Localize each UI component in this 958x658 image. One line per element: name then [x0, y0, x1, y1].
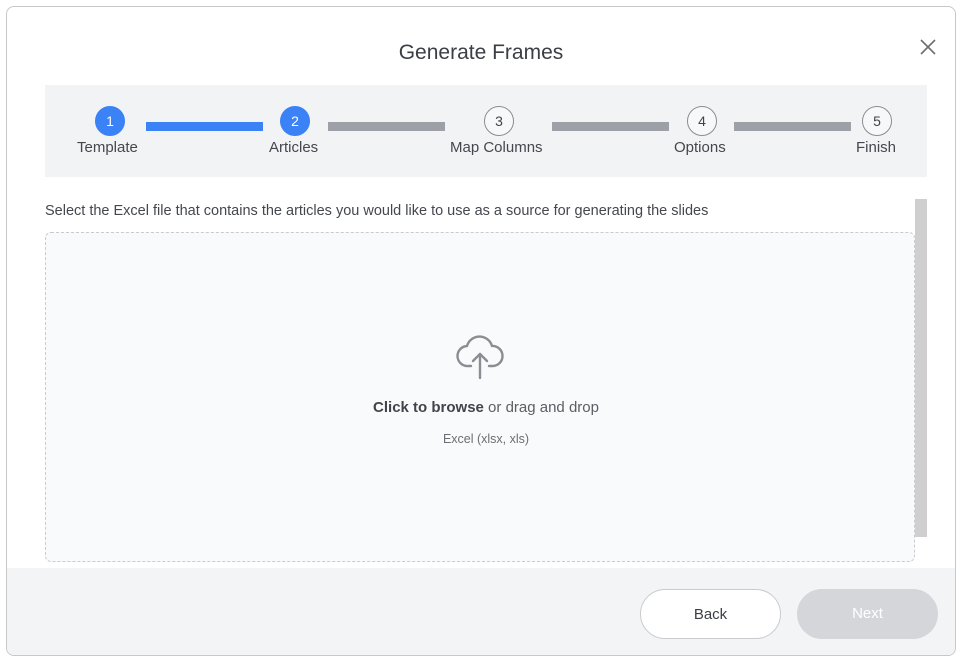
back-button[interactable]: Back	[640, 589, 781, 639]
upload-instruction: Select the Excel file that contains the …	[45, 203, 709, 219]
close-icon[interactable]	[917, 36, 939, 58]
step-3-circle[interactable]: 3	[484, 106, 514, 136]
step-connector-2-3	[328, 122, 445, 131]
step-connector-1-2	[146, 122, 263, 131]
next-button[interactable]: Next	[797, 589, 938, 639]
step-4-label: Options	[674, 139, 726, 156]
step-5-label: Finish	[856, 139, 897, 156]
step-1-label: Template	[77, 139, 138, 156]
generate-frames-dialog: Generate Frames 1 Template 2 Articles 3 …	[6, 6, 956, 656]
step-3-label: Map Columns	[450, 139, 543, 156]
dropzone-prompt: Click to browse or drag and drop	[7, 399, 955, 416]
step-2-label: Articles	[269, 139, 319, 156]
cloud-upload-icon	[456, 335, 504, 380]
accepted-formats: Excel (xlsx, xls)	[442, 432, 530, 446]
step-2-circle[interactable]: 2	[280, 106, 310, 136]
step-1-circle[interactable]: 1	[95, 106, 125, 136]
step-connector-4-5	[734, 122, 851, 131]
dialog-title: Generate Frames	[398, 41, 564, 64]
step-4-circle[interactable]: 4	[687, 106, 717, 136]
wizard-stepper: 1 Template 2 Articles 3 Map Columns 4 Op…	[45, 85, 927, 177]
drag-drop-text: or drag and drop	[483, 399, 599, 416]
step-5-circle[interactable]: 5	[862, 106, 892, 136]
browse-link[interactable]: Click to browse	[373, 399, 484, 416]
step-connector-3-4	[552, 122, 669, 131]
file-dropzone[interactable]	[45, 232, 915, 562]
content-scrollbar[interactable]	[915, 199, 927, 537]
